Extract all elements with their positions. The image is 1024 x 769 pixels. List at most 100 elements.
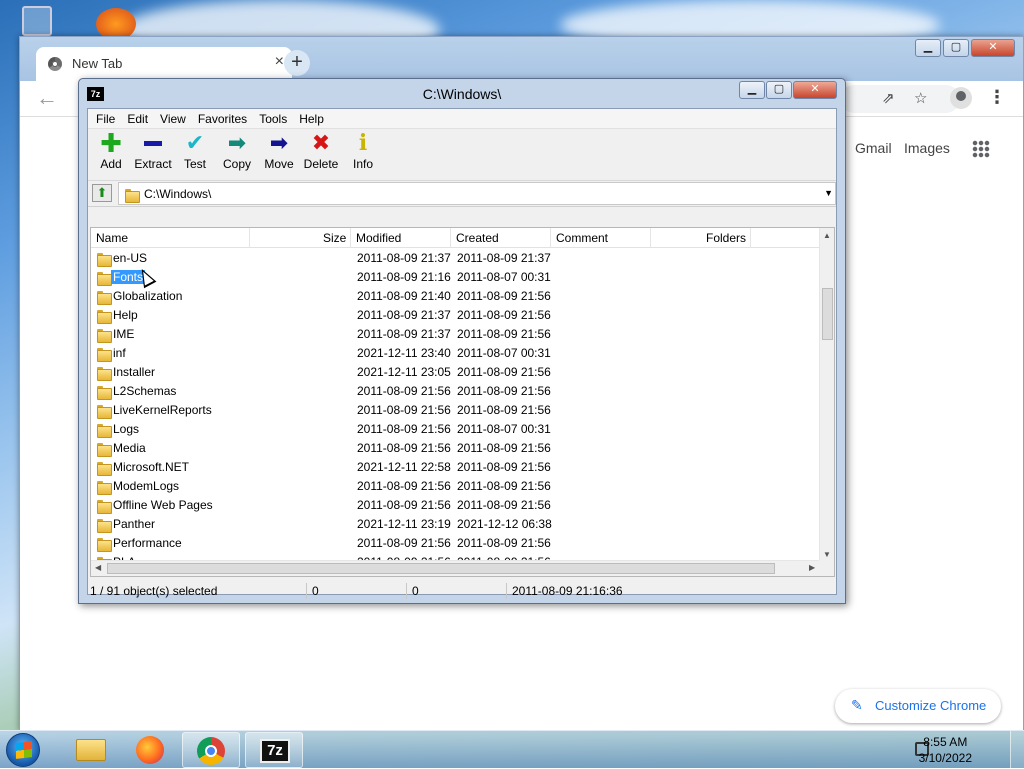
list-header: Name Size Modified Created Comment Folde…: [91, 228, 821, 248]
folder-icon: [97, 290, 112, 305]
table-row[interactable]: Installer 2021-12-11 23:05 2011-08-09 21…: [91, 363, 821, 382]
table-row[interactable]: IME 2011-08-09 21:37 2011-08-09 21:56: [91, 325, 821, 344]
address-path: C:\Windows\: [144, 187, 212, 201]
recycle-bin-icon[interactable]: [22, 6, 52, 36]
column-created[interactable]: Created: [456, 231, 499, 245]
table-row[interactable]: Globalization 2011-08-09 21:40 2011-08-0…: [91, 287, 821, 306]
file-list: Name Size Modified Created Comment Folde…: [90, 227, 835, 577]
7zip-window: 7z C:\Windows\ ▁ ▢ ✕ File Edit View Favo…: [78, 78, 846, 604]
table-row[interactable]: Microsoft.NET 2021-12-11 22:58 2011-08-0…: [91, 458, 821, 477]
bookmark-star-icon[interactable]: ☆: [914, 89, 927, 107]
google-apps-icon[interactable]: [972, 140, 990, 158]
menu-help[interactable]: Help: [293, 112, 330, 126]
taskbar-chrome[interactable]: [182, 732, 240, 768]
extract-button[interactable]: Extract: [132, 129, 174, 180]
back-arrow-icon[interactable]: ←: [36, 85, 58, 111]
table-row[interactable]: Logs 2011-08-09 21:56 2011-08-07 00:31: [91, 420, 821, 439]
row-name: inf: [113, 346, 126, 360]
column-size[interactable]: Size: [323, 231, 346, 245]
taskbar-explorer[interactable]: [62, 732, 120, 768]
share-icon[interactable]: ⇗: [882, 89, 895, 107]
copy-button[interactable]: ➡ Copy: [216, 129, 258, 180]
maximize-button[interactable]: ▢: [943, 39, 969, 57]
menu-favorites[interactable]: Favorites: [192, 112, 253, 126]
horizontal-scroll-thumb[interactable]: [107, 563, 775, 574]
test-label: Test: [183, 157, 206, 171]
check-icon: ✔: [185, 130, 205, 155]
menu-view[interactable]: View: [154, 112, 192, 126]
info-label: Info: [352, 157, 373, 171]
show-desktop-button[interactable]: [1010, 731, 1024, 769]
row-created: 2011-08-09 21:56: [457, 536, 551, 550]
maximize-button[interactable]: ▢: [766, 81, 792, 99]
delete-button[interactable]: ✖ Delete: [300, 129, 342, 180]
table-row[interactable]: Media 2011-08-09 21:56 2011-08-09 21:56: [91, 439, 821, 458]
scroll-left-icon[interactable]: ◀: [95, 563, 101, 572]
clock[interactable]: 8:55 AM 3/10/2022: [919, 734, 972, 766]
column-folders[interactable]: Folders: [706, 231, 746, 245]
info-button[interactable]: i Info: [342, 129, 384, 180]
taskbar-7zip[interactable]: 7z: [245, 732, 303, 768]
add-button[interactable]: ✚ Add: [90, 128, 132, 180]
table-row[interactable]: en-US 2011-08-09 21:37 2011-08-09 21:37: [91, 249, 821, 268]
menu-file[interactable]: File: [90, 112, 121, 126]
menu-tools[interactable]: Tools: [253, 112, 293, 126]
folder-icon: [125, 188, 140, 203]
images-link[interactable]: Images: [904, 140, 950, 156]
row-created: 2011-08-09 21:37: [457, 251, 551, 265]
up-folder-icon[interactable]: ⬆: [92, 184, 112, 202]
address-field[interactable]: C:\Windows\ ▼: [118, 182, 836, 205]
horizontal-scrollbar[interactable]: ◀ ▶: [91, 560, 821, 576]
table-row[interactable]: Help 2011-08-09 21:37 2011-08-09 21:56: [91, 306, 821, 325]
customize-chrome-button[interactable]: ✎ Customize Chrome: [835, 689, 1001, 723]
chevron-down-icon[interactable]: ▼: [824, 188, 833, 198]
omnibox[interactable]: [840, 85, 960, 113]
move-arrow-icon: ➡: [269, 130, 289, 155]
taskbar-firefox[interactable]: [122, 732, 180, 768]
scroll-down-icon[interactable]: ▼: [823, 550, 831, 559]
move-button[interactable]: ➡ Move: [258, 129, 300, 180]
vertical-scroll-thumb[interactable]: [822, 288, 833, 340]
row-name: en-US: [113, 251, 148, 265]
status-size: 0: [312, 584, 319, 598]
status-modified: 2011-08-09 21:16:36: [512, 584, 623, 598]
close-button[interactable]: ✕: [793, 81, 837, 99]
clock-time: 8:55 AM: [923, 735, 968, 749]
table-row[interactable]: L2Schemas 2011-08-09 21:56 2011-08-09 21…: [91, 382, 821, 401]
test-button[interactable]: ✔ Test: [174, 129, 216, 180]
folder-icon: [97, 480, 112, 495]
folder-icon: [97, 252, 112, 267]
folder-icon: [97, 423, 112, 438]
gmail-link[interactable]: Gmail: [855, 140, 892, 156]
column-comment[interactable]: Comment: [556, 231, 608, 245]
tab-close-icon[interactable]: ×: [275, 53, 284, 71]
table-row[interactable]: ModemLogs 2011-08-09 21:56 2011-08-09 21…: [91, 477, 821, 496]
column-name[interactable]: Name: [96, 231, 128, 245]
profile-avatar-icon[interactable]: [950, 87, 972, 109]
row-created: 2011-08-07 00:31: [457, 422, 551, 436]
minimize-button[interactable]: ▁: [739, 81, 765, 99]
tab-new-tab[interactable]: New Tab ×: [36, 47, 292, 81]
scroll-right-icon[interactable]: ▶: [809, 563, 815, 572]
scroll-up-icon[interactable]: ▲: [823, 231, 831, 240]
menu-edit[interactable]: Edit: [121, 112, 154, 126]
table-row[interactable]: Offline Web Pages 2011-08-09 21:56 2011-…: [91, 496, 821, 515]
table-row-selected[interactable]: Fonts 2011-08-09 21:16 2011-08-07 00:31: [91, 268, 821, 287]
start-button[interactable]: [6, 733, 40, 767]
row-name: Panther: [113, 517, 156, 531]
table-row[interactable]: Panther 2021-12-11 23:19 2021-12-12 06:3…: [91, 515, 821, 534]
new-tab-button[interactable]: +: [284, 50, 310, 76]
row-modified: 2021-12-11 23:19: [357, 517, 451, 531]
chrome-menu-icon[interactable]: ⋮: [988, 87, 1006, 108]
row-name: Installer: [113, 365, 156, 379]
row-name: Performance: [113, 536, 182, 550]
table-row[interactable]: inf 2021-12-11 23:40 2011-08-07 00:31: [91, 344, 821, 363]
minimize-button[interactable]: ▁: [915, 39, 941, 57]
column-modified[interactable]: Modified: [356, 231, 401, 245]
close-button[interactable]: ✕: [971, 39, 1015, 57]
vertical-scrollbar[interactable]: ▲ ▼: [819, 228, 834, 562]
table-row[interactable]: LiveKernelReports 2011-08-09 21:56 2011-…: [91, 401, 821, 420]
table-row[interactable]: Performance 2011-08-09 21:56 2011-08-09 …: [91, 534, 821, 553]
7zip-titlebar[interactable]: 7z C:\Windows\ ▁ ▢ ✕: [79, 79, 845, 107]
row-name: Logs: [113, 422, 140, 436]
